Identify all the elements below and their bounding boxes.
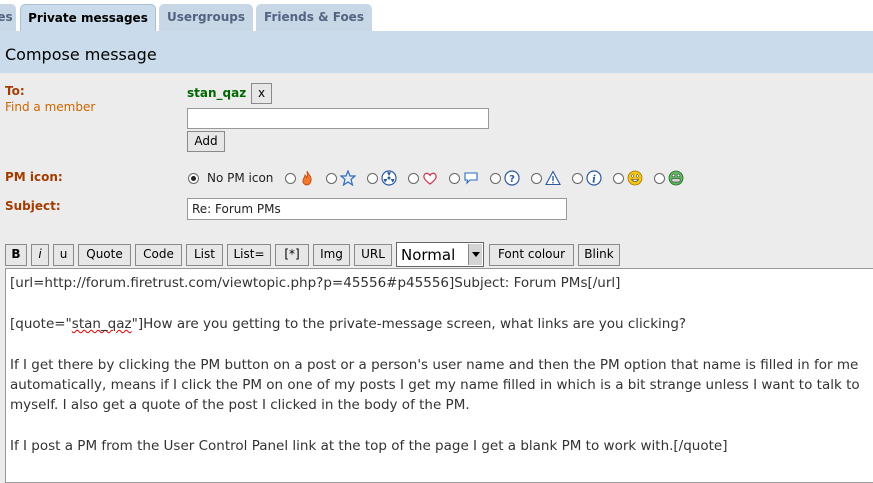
question-icon-radio[interactable] bbox=[490, 173, 501, 184]
svg-text:i: i bbox=[592, 175, 596, 186]
radioactive-icon-radio[interactable] bbox=[367, 173, 378, 184]
subject-label: Subject: bbox=[5, 199, 61, 213]
subject-input[interactable] bbox=[187, 198, 567, 220]
misspelled-word: stan_qaz bbox=[71, 316, 132, 332]
italic-button[interactable]: i bbox=[31, 244, 49, 266]
heart-icon-radio[interactable] bbox=[408, 173, 419, 184]
list-item-button[interactable]: [*] bbox=[275, 244, 309, 266]
recipient-name[interactable]: stan_qaz bbox=[187, 86, 246, 100]
speech-bubble-icon bbox=[464, 172, 478, 185]
code-button[interactable]: Code bbox=[135, 244, 182, 266]
mrgreen-smiley-icon bbox=[627, 170, 643, 186]
heart-icon bbox=[423, 172, 437, 185]
no-pm-icon-radio[interactable] bbox=[188, 173, 199, 184]
tab-friends-foes[interactable]: Friends & Foes bbox=[256, 4, 372, 31]
message-line: If I post a PM from the User Control Pan… bbox=[10, 438, 728, 454]
font-size-value: Normal bbox=[401, 246, 456, 264]
tab-private-messages[interactable]: Private messages bbox=[20, 4, 156, 31]
star-icon bbox=[340, 170, 356, 186]
font-colour-button[interactable]: Font colour bbox=[489, 244, 574, 266]
tab-usergroups-label: Usergroups bbox=[167, 10, 245, 24]
tab-friends-foes-label: Friends & Foes bbox=[264, 10, 364, 24]
warning-icon-radio[interactable] bbox=[531, 173, 542, 184]
blink-button[interactable]: Blink bbox=[578, 244, 620, 266]
svg-text:?: ? bbox=[509, 174, 515, 185]
info-icon-radio[interactable] bbox=[572, 173, 583, 184]
fire-icon bbox=[302, 170, 312, 186]
url-button[interactable]: URL bbox=[354, 244, 392, 266]
recipient-input[interactable] bbox=[187, 108, 489, 129]
speech-bubble-icon-radio[interactable] bbox=[449, 173, 460, 184]
message-line: myself. I also get a quote of the post I… bbox=[10, 397, 470, 413]
message-line: [quote="stan_qaz"]How are you getting to… bbox=[10, 316, 686, 332]
bold-button[interactable]: B bbox=[5, 244, 27, 266]
mrgreen-smiley-icon-radio[interactable] bbox=[613, 173, 624, 184]
chevron-down-icon bbox=[468, 244, 482, 265]
tab-partial-label: es bbox=[0, 10, 13, 24]
tab-partial[interactable]: es bbox=[0, 4, 16, 31]
underline-button[interactable]: u bbox=[53, 244, 74, 266]
tab-private-messages-label: Private messages bbox=[28, 11, 148, 25]
img-button[interactable]: Img bbox=[313, 244, 350, 266]
find-member-link[interactable]: Find a member bbox=[5, 100, 95, 114]
info-icon: i bbox=[586, 170, 602, 186]
star-icon-radio[interactable] bbox=[326, 173, 337, 184]
message-line: If I get there by clicking the PM button… bbox=[10, 357, 859, 373]
message-text: "]How are you getting to the private-mes… bbox=[131, 316, 687, 332]
add-recipient-button[interactable]: Add bbox=[187, 131, 225, 152]
font-size-select[interactable]: Normal bbox=[396, 242, 484, 267]
list-ordered-button[interactable]: List= bbox=[227, 244, 271, 266]
tab-bar: es Private messages Usergroups Friends &… bbox=[0, 0, 873, 31]
grin-smiley-icon-radio[interactable] bbox=[654, 173, 665, 184]
to-label: To: bbox=[5, 84, 25, 98]
question-icon: ? bbox=[504, 170, 520, 186]
fire-icon-radio[interactable] bbox=[285, 173, 296, 184]
quote-button[interactable]: Quote bbox=[78, 244, 131, 266]
message-line: automatically, means if I click the PM o… bbox=[10, 377, 860, 393]
list-button[interactable]: List bbox=[186, 244, 223, 266]
no-pm-icon-label: No PM icon bbox=[207, 171, 274, 185]
tab-usergroups[interactable]: Usergroups bbox=[159, 4, 253, 31]
pm-icon-label: PM icon: bbox=[5, 170, 63, 184]
compose-header: Compose message bbox=[0, 31, 873, 73]
remove-recipient-button[interactable]: x bbox=[251, 83, 272, 104]
message-line: [url=http://forum.firetrust.com/viewtopi… bbox=[10, 275, 621, 291]
message-textarea[interactable]: [url=http://forum.firetrust.com/viewtopi… bbox=[5, 268, 873, 483]
warning-icon bbox=[545, 170, 561, 186]
page-title: Compose message bbox=[5, 45, 157, 64]
radioactive-icon bbox=[381, 170, 397, 186]
message-text: [quote=" bbox=[10, 316, 72, 332]
grin-smiley-icon bbox=[668, 170, 684, 186]
